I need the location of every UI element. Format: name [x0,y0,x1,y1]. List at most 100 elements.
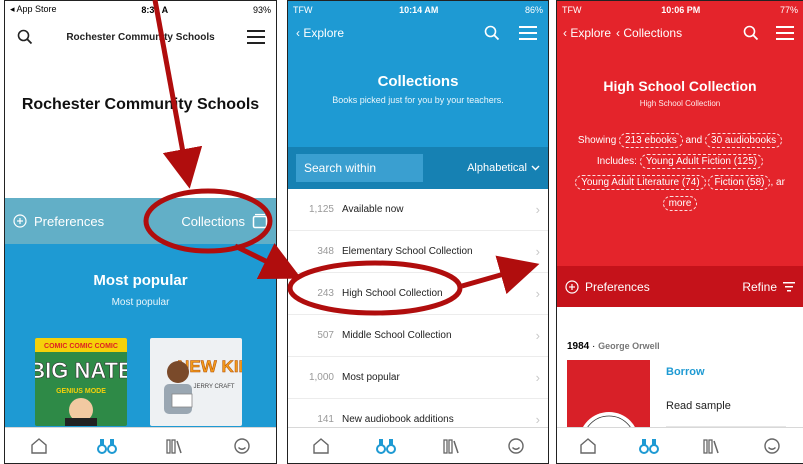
preferences-button[interactable]: Preferences [565,280,650,294]
status-time: 10:06 PM [661,4,701,15]
sort-dropdown[interactable]: Alphabetical [467,162,540,174]
preferences-button[interactable]: Preferences [13,214,104,229]
read-sample-button[interactable]: Read sample [666,400,786,412]
back-explore-button[interactable]: ‹ Explore [563,26,611,40]
shelf-icon[interactable] [699,434,723,458]
chevron-right-icon: › [535,328,540,343]
menu-icon[interactable] [773,21,797,45]
collections-hero: Collections Books picked just for you by… [288,48,548,147]
binoculars-icon[interactable] [374,434,398,458]
search-within-input[interactable]: Search within [296,154,423,182]
subject-chip[interactable]: Fiction (58) [708,175,771,190]
status-carrier: TFW [293,4,313,15]
nav-bar: ‹ Explore [288,18,548,48]
collection-count: 141 [317,414,334,425]
library-name-dropdown[interactable]: Rochester Community Schools [37,32,244,43]
search-sort-bar: Search within Alphabetical [288,147,548,189]
svg-text:JERRY CRAFT: JERRY CRAFT [193,384,234,390]
collections-header-area: TFW 10:14 AM 86% ‹ Explore Collections B… [288,1,548,147]
menu-icon[interactable] [516,21,540,45]
includes-label: Includes: [596,156,637,167]
search-icon[interactable] [13,25,37,49]
screen-collections: TFW 10:14 AM 86% ‹ Explore Collections B… [287,0,549,464]
page-title: High School Collection [603,78,757,94]
collections-button[interactable]: Collections [181,213,268,229]
collection-row-available-now[interactable]: 1,125 Available now › [288,189,548,231]
smiley-icon[interactable] [504,434,528,458]
most-popular-title[interactable]: Most popular [5,272,276,289]
page-subtitle: High School Collection [639,99,721,108]
home-icon[interactable] [309,434,333,458]
back-explore-button[interactable]: ‹ Explore [296,26,344,40]
collection-hero: High School Collection High School Colle… [557,48,803,266]
back-label: Explore [303,26,345,40]
collection-count: 348 [317,246,334,257]
book-cover-new-kid[interactable]: NEW KID JERRY CRAFT [150,338,242,426]
collection-count: 1,125 [308,204,334,215]
sort-label: Alphabetical [467,162,527,174]
screen-library-home: ◂ App Store 8:34 A 93% Rochester Communi… [4,0,277,464]
binoculars-icon[interactable] [637,434,661,458]
home-icon[interactable] [27,434,51,458]
back-label: Collections [623,26,683,40]
page-subtitle: Books picked just for you by your teache… [332,95,504,105]
subject-chip[interactable]: Young Adult Fiction (125) [639,154,764,169]
book-cover-big-nate[interactable]: COMIC COMIC COMIC BIG NATE GENIUS MODE [35,338,127,426]
smiley-icon[interactable] [230,434,254,458]
plus-circle-icon [13,214,27,228]
most-popular-section: Most popular Most popular COMIC COMIC CO… [5,244,276,427]
refine-label: Refine [742,279,777,294]
shelf-icon[interactable] [439,434,463,458]
menu-icon[interactable] [244,25,268,49]
and-more-tail: , ar [770,177,785,188]
collection-row-most-popular[interactable]: 1,000 Most popular › [288,357,548,399]
bottom-nav [5,427,276,463]
collection-row-elementary[interactable]: 348 Elementary School Collection › [288,231,548,273]
collection-header-area: TFW 10:06 PM 77% ‹ Explore ‹ Collections… [557,1,803,266]
collection-list: 1,125 Available now › 348 Elementary Sch… [288,189,548,441]
showing-label: Showing [577,135,617,146]
status-battery: 86% [524,4,543,15]
collections-icon [252,213,268,229]
collection-name: Most popular [342,372,400,383]
collection-row-high-school[interactable]: 243 High School Collection › [288,273,548,315]
most-popular-subtitle: Most popular [111,297,170,308]
bottom-nav [288,427,548,463]
back-collections-button[interactable]: ‹ Collections [616,26,682,40]
chevron-right-icon: › [535,412,540,427]
preferences-refine-bar: Preferences Refine [557,266,803,307]
chevron-right-icon: › [535,244,540,259]
status-time: 10:14 AM [399,4,439,15]
ebooks-filter-chip[interactable]: 213 ebooks [619,133,683,148]
binoculars-icon[interactable] [95,434,119,458]
more-chip[interactable]: more [662,196,698,211]
collection-name: Middle School Collection [342,330,452,341]
search-icon[interactable] [739,21,763,45]
smiley-icon[interactable] [760,434,784,458]
page-title: Collections [377,73,459,90]
collection-summary: Showing 213 ebooks and 30 audiobooks Inc… [561,130,799,214]
status-time: 8:34 A [141,4,169,15]
and-label: and [685,135,703,146]
book-heading[interactable]: 1984 · George Orwell [567,341,793,352]
bottom-nav [557,427,803,463]
shelf-icon[interactable] [162,434,186,458]
status-carrier: ◂ App Store [10,4,57,14]
search-icon[interactable] [480,21,504,45]
collection-name: Available now [342,204,404,215]
home-icon[interactable] [576,434,600,458]
subject-chip[interactable]: Young Adult Literature (74) [575,175,706,190]
collection-count: 243 [317,288,334,299]
collection-name: High School Collection [342,288,443,299]
preferences-label: Preferences [585,279,650,294]
collection-count: 1,000 [308,372,334,383]
collection-count: 507 [317,330,334,341]
collection-name: New audiobook additions [342,414,454,425]
collection-row-middle-school[interactable]: 507 Middle School Collection › [288,315,548,357]
borrow-button[interactable]: Borrow [666,366,786,378]
audiobooks-filter-chip[interactable]: 30 audiobooks [705,133,783,148]
refine-button[interactable]: Refine [742,280,795,294]
back-label: Explore [570,26,612,40]
status-carrier: TFW [562,4,582,15]
status-bar: TFW 10:06 PM 77% [557,1,803,18]
